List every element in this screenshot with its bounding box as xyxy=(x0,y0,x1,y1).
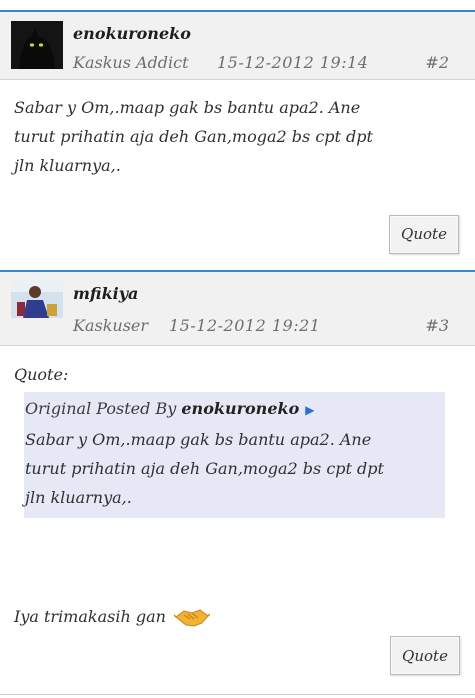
handshake-icon xyxy=(173,605,211,629)
user-photo-avatar xyxy=(11,280,63,318)
user-rank: Kaskus Addict xyxy=(73,53,189,72)
post-date: 15-12-2012 19:14 xyxy=(217,53,369,72)
quote-origin-prefix: Original Posted By xyxy=(25,399,177,418)
quote-label: Quote: xyxy=(14,365,69,384)
quote-text-line: Sabar y Om,.maap gak bs bantu apa2. Ane xyxy=(25,430,372,449)
black-cat-avatar xyxy=(11,21,63,69)
post-number[interactable]: #3 xyxy=(425,316,449,335)
user-rank: Kaskuser xyxy=(73,316,149,335)
post-text-line: turut prihatin aja deh Gan,moga2 bs cpt … xyxy=(14,127,373,146)
quote-origin: Original Posted By enokuroneko ▶ xyxy=(25,394,445,425)
post-body: Sabar y Om,.maap gak bs bantu apa2. Ane … xyxy=(0,80,475,270)
post-number[interactable]: #2 xyxy=(425,53,449,72)
top-spacer xyxy=(0,0,475,10)
post-text-line: jln kluarnya,. xyxy=(14,156,121,175)
view-post-arrow-icon[interactable]: ▶ xyxy=(305,403,314,417)
reply-text: Iya trimakasih gan xyxy=(14,607,166,626)
post-date: 15-12-2012 19:21 xyxy=(169,316,321,335)
quote-button[interactable]: Quote xyxy=(389,215,459,254)
post-username[interactable]: enokuroneko xyxy=(73,24,191,43)
quote-button[interactable]: Quote xyxy=(390,636,460,675)
divider xyxy=(0,694,475,695)
post-header: enokuroneko Kaskus Addict 15-12-2012 19:… xyxy=(0,10,475,80)
quote-text-line: turut prihatin aja deh Gan,moga2 bs cpt … xyxy=(25,459,384,478)
reply-text-row: Iya trimakasih gan xyxy=(14,602,211,631)
post-text-line: Sabar y Om,.maap gak bs bantu apa2. Ane xyxy=(14,98,361,117)
user-avatar[interactable] xyxy=(11,21,63,69)
post-header: mfikiya Kaskuser 15-12-2012 19:21 #3 xyxy=(0,270,475,346)
quote-box: Original Posted By enokuroneko ▶ Sabar y … xyxy=(24,392,445,518)
quote-author[interactable]: enokuroneko xyxy=(181,399,299,418)
user-avatar[interactable] xyxy=(11,280,63,318)
quote-text-line: jln kluarnya,. xyxy=(25,488,132,507)
post-username[interactable]: mfikiya xyxy=(73,284,138,303)
